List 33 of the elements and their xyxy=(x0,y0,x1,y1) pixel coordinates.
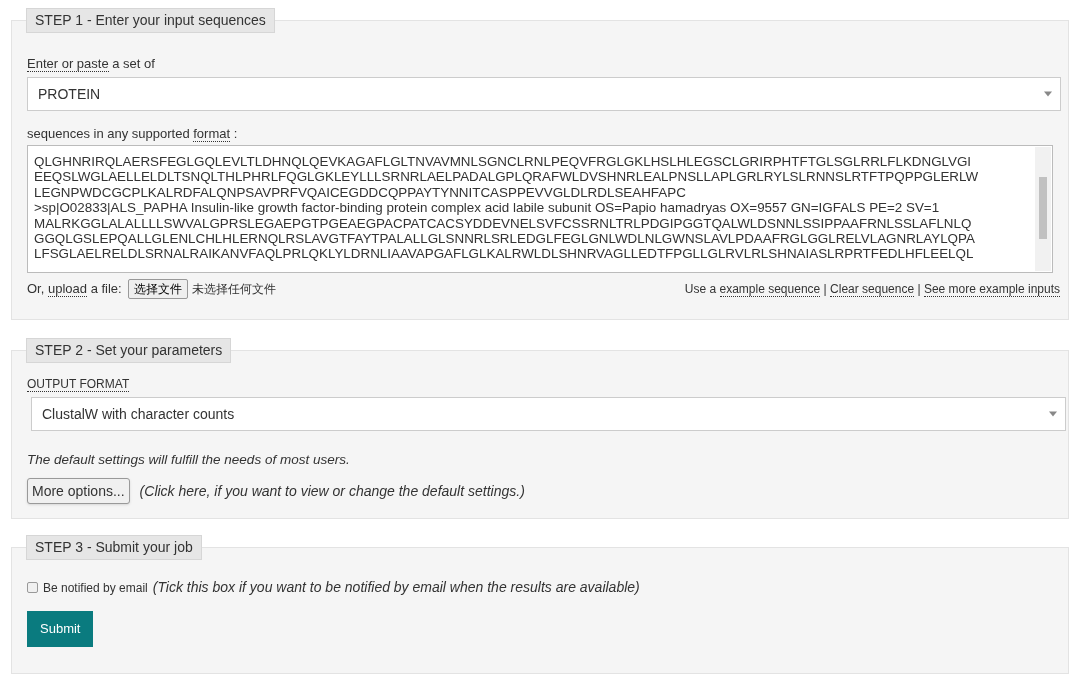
help-link[interactable]: format xyxy=(193,126,231,142)
field-label: : xyxy=(233,126,238,141)
separator-text: | xyxy=(917,282,921,296)
file-status: 未选择任何文件 xyxy=(191,281,276,298)
dropdown[interactable]: ClustalW with character counts xyxy=(31,397,1066,431)
submit-button[interactable]: Submit xyxy=(27,611,94,647)
hint-text: (Click here, if you want to view or change the default settings.) xyxy=(139,481,525,501)
note-text: The default settings will fulfill the needs of most users. xyxy=(27,451,351,469)
checkbox[interactable] xyxy=(27,582,38,593)
field-label: a file: xyxy=(90,281,122,297)
action-link[interactable]: example sequence xyxy=(719,282,821,297)
action-link[interactable]: See more example inputs xyxy=(923,282,1060,297)
help-link[interactable]: Enter or paste xyxy=(27,56,109,72)
caret-icon xyxy=(1044,91,1052,97)
section-legend: STEP 2 - Set your parameters xyxy=(26,338,232,363)
dropdown[interactable]: PROTEIN xyxy=(27,77,1061,111)
help-link[interactable]: OUTPUT FORMAT xyxy=(27,377,130,392)
field-label: sequences in any supported xyxy=(27,126,190,141)
section-legend: STEP 3 - Submit your job xyxy=(26,535,202,560)
hint-text: (Tick this box if you want to be notified by email when the results are available) xyxy=(152,578,640,597)
separator-text: | xyxy=(823,282,827,296)
section-legend: STEP 1 - Enter your input sequences xyxy=(26,8,275,33)
sequence-input-field[interactable]: QLGHNRIRQLAERSFEGLGQLEVLTLDHNQLQEVKAGAFLGLTNVAVMNLSGNCLRNLPEQVFRGLGKLHSLHLEGSCLGRIRPHTFTGLSGLRRLFLKDNGLVGI EEQSLWGLAELLELDLTSNQLTHLPHRLFQGLGKLEYLLLSRNRLAELPADALGPLQRAFWLDVSHNRLEALPNSLLAPLGRLRYLSLRNNSLRTFTPQPPGLERLW LEGNPWDCGCPLKALRDFALQNPSAVPRFVQAICEGDDCQPPAYTYNNITCASPPEVVGLDLRDLSEAHFAPC >sp|O02833|ALS_PAPHA Insulin-like growth factor-binding protein complex acid labile subunit OS=Papio hamadryas OX=9557 GN=IGFALS PE=2 SV=1 MALRKGGLALALLLLSWVALGPRSLEGAEPGTPGEAEGPACPATCACSYDDEVNELSVFCSSRNLTRLPDGIPGGTQALWLDSNNLSSIPPAAFRNLSSLAFLNLQ GGQLGSLEPQALLGLENLCHLHLERNQLRSLAVGTFAYTPALALLGLSNNRLSRLEDGLFEGLGNLWDLNLGWNSLAVLPDAAFRGLGGLRELVLAGNRLAYLQPA LFSGLAELRELDLSRNALRAIKANVFAQLPRLQKLYLDRNLIAAVAPGAFLGLKALRWLDLSHNRVAGLLEDTFPGLLGLRVLRLSHNAIASLRPRTFEDLHFLEELQL xyxy=(27,145,1053,273)
checkbox-label: Be notified by email xyxy=(43,579,148,597)
more-options-button[interactable]: More options... xyxy=(27,478,130,504)
field-label: a set of xyxy=(112,56,155,71)
scrollbar[interactable] xyxy=(1035,147,1051,271)
separator-text: Use a xyxy=(684,282,717,296)
help-link[interactable]: upload xyxy=(47,281,87,298)
action-link[interactable]: Clear sequence xyxy=(830,282,915,297)
choose-file-button[interactable]: 选择文件 xyxy=(127,279,188,299)
field-label: Or, xyxy=(27,281,45,297)
caret-icon xyxy=(1049,411,1057,417)
